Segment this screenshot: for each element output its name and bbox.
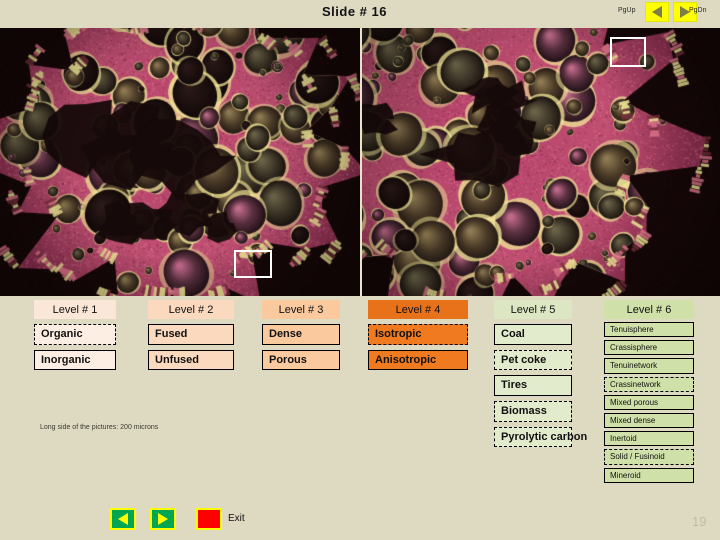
micrograph-right-canvas [362, 28, 720, 296]
triangle-left-icon [652, 6, 662, 18]
pgup-label: PgUp [618, 7, 636, 14]
level-column-3: Level # 3 Dense Porous [262, 300, 340, 371]
micrograph-left[interactable] [0, 28, 360, 296]
exit-button[interactable] [196, 508, 222, 530]
level-4-item[interactable]: Isotropic [368, 324, 468, 345]
level-column-1: Level # 1 Organic Inorganic [34, 300, 116, 371]
level-column-6: Level # 6 Tenuisphere Crassisphere Tenuinet… [604, 300, 694, 483]
level-2-item[interactable]: Fused [148, 324, 234, 345]
slide-viewer: Slide # 16 PgUp PgDn Level # 1 Organic Ino… [0, 0, 720, 540]
level-5-item[interactable]: Coal [494, 324, 572, 345]
level-6-item[interactable]: Tenuinetwork [604, 358, 694, 374]
level-4-item[interactable]: Anisotropic [368, 349, 468, 371]
triangle-right-icon [158, 513, 168, 525]
level-header-5[interactable]: Level # 5 [494, 300, 572, 319]
level-5-item[interactable]: Biomass [494, 400, 572, 422]
level-column-2: Level # 2 Fused Unfused [148, 300, 234, 371]
level-6-item[interactable]: Mixed dense [604, 412, 694, 429]
level-header-4[interactable]: Level # 4 [368, 300, 468, 319]
micrograph-right[interactable] [360, 28, 720, 296]
level-6-item[interactable]: Crassisphere [604, 340, 694, 356]
next-slide-button[interactable] [150, 508, 176, 530]
previous-slide-button[interactable] [110, 508, 136, 530]
micrograph-panel [0, 28, 720, 296]
page-number: 19 [692, 514, 707, 529]
page-up-button[interactable] [645, 2, 669, 22]
level-column-4: Level # 4 Isotropic Anisotropic [368, 300, 468, 371]
level-2-item[interactable]: Unfused [148, 349, 234, 371]
level-5-item[interactable]: Tires [494, 375, 572, 396]
triangle-left-icon [118, 513, 128, 525]
micrograph-left-canvas [0, 28, 360, 296]
level-6-item[interactable]: Tenuisphere [604, 322, 694, 338]
level-header-3[interactable]: Level # 3 [262, 300, 340, 319]
level-1-item[interactable]: Organic [34, 324, 116, 345]
level-5-item[interactable]: Pet coke [494, 349, 572, 371]
level-column-5: Level # 5 Coal Pet coke Tires Biomass Pyrolyt… [494, 300, 587, 448]
slide-header: Slide # 16 PgUp PgDn [0, 0, 720, 28]
level-header-6[interactable]: Level # 6 [604, 300, 694, 319]
level-6-item[interactable]: Inertoid [604, 431, 694, 447]
page-title: Slide # 16 [322, 4, 387, 19]
level-1-item[interactable]: Inorganic [34, 349, 116, 371]
level-header-2[interactable]: Level # 2 [148, 300, 234, 319]
level-5-item[interactable]: Pyrolytic carbon [494, 426, 587, 448]
level-6-item[interactable]: Mixed porous [604, 394, 694, 410]
scale-caption: Long side of the pictures: 200 microns [40, 424, 159, 431]
level-header-1[interactable]: Level # 1 [34, 300, 116, 319]
level-6-item[interactable]: Solid / Fusinoid [604, 449, 694, 465]
level-6-item[interactable]: Crassinetwork [604, 376, 694, 392]
level-3-item[interactable]: Porous [262, 349, 340, 371]
level-3-item[interactable]: Dense [262, 324, 340, 345]
level-6-item[interactable]: Mineroid [604, 467, 694, 483]
pgdn-label: PgDn [689, 7, 707, 14]
exit-label: Exit [228, 513, 245, 524]
slide-footer: Exit [0, 500, 720, 540]
